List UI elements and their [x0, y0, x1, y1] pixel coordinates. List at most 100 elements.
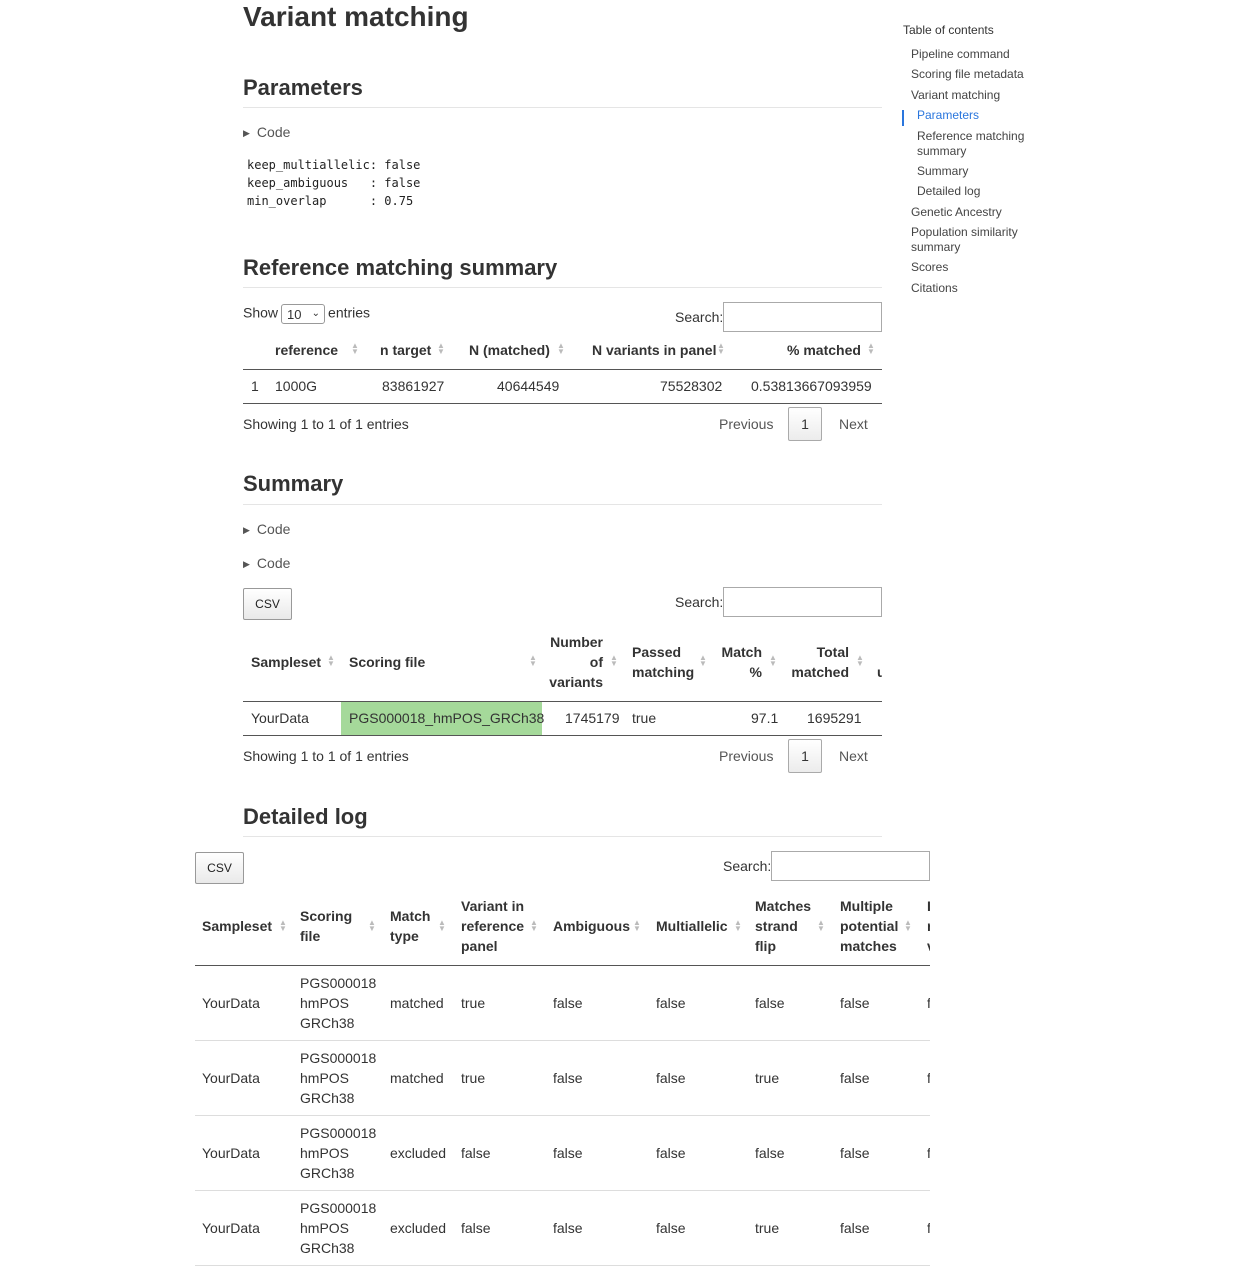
summary-code-toggle-1[interactable]: ▶ Code: [243, 521, 290, 537]
col-header-n-target[interactable]: n target: [380, 340, 431, 360]
table-info: Showing 1 to 1 of 1 entries: [243, 748, 409, 764]
cell-variant-in-ref: true: [461, 995, 486, 1011]
csv-button[interactable]: CSV: [195, 852, 244, 884]
cell-strand-flip: false: [755, 995, 785, 1011]
table-footer-rule: [243, 735, 882, 736]
col-header-sampleset[interactable]: Sampleset: [202, 916, 272, 936]
col-header-truncated: Irv: [927, 896, 930, 956]
csv-button[interactable]: CSV: [243, 588, 292, 620]
sort-icon[interactable]: ▲ ▼: [368, 919, 376, 933]
col-header-variant-in-ref[interactable]: Variant in reference panel: [461, 896, 524, 956]
col-header-multiallelic[interactable]: Multiallelic: [656, 916, 728, 936]
col-header-scoring-file[interactable]: Scoring file: [300, 906, 352, 946]
search-input[interactable]: [771, 851, 930, 881]
col-header-match-pct[interactable]: Match%: [720, 642, 762, 682]
header-line: Scoring: [300, 908, 353, 924]
cell-multiallelic: false: [656, 995, 686, 1011]
col-header-pct-matched[interactable]: % matched: [787, 340, 861, 360]
sort-icon[interactable]: ▲ ▼: [769, 654, 777, 668]
col-header-n-matched[interactable]: N (matched): [469, 340, 550, 360]
toc-item-parameters[interactable]: Parameters: [917, 108, 979, 123]
sort-icon[interactable]: ▲ ▼: [856, 654, 864, 668]
col-header-total-matched[interactable]: Total matched: [790, 642, 849, 682]
col-header-multiple-matches[interactable]: Multiple potential matches: [840, 896, 898, 956]
toc-item-genetic-ancestry[interactable]: Genetic Ancestry: [911, 205, 1002, 220]
sort-icon[interactable]: ▲ ▼: [530, 919, 538, 933]
sort-icon[interactable]: ▲ ▼: [351, 342, 359, 356]
param-line: keep_ambiguous : false: [247, 176, 421, 190]
next-button[interactable]: Next: [839, 748, 868, 764]
sort-icon[interactable]: ▲ ▼: [633, 919, 641, 933]
sort-icon[interactable]: ▲ ▼: [904, 919, 912, 933]
entries-select[interactable]: 10 ⌄: [281, 304, 326, 324]
sort-icon[interactable]: ▲ ▼: [817, 919, 825, 933]
cell-line: GRCh38: [300, 1240, 355, 1256]
col-header-n-variants[interactable]: Number of variants: [548, 632, 603, 692]
cell-line: hmPOS: [300, 1220, 350, 1236]
toc-item-citations[interactable]: Citations: [911, 281, 958, 296]
cell-ambiguous: false: [553, 1145, 583, 1161]
header-line: Passed: [632, 644, 682, 660]
table-row: YourData PGS000018 hmPOS GRCh38 excluded f…: [0, 1116, 1244, 1191]
col-header-n-variants-panel[interactable]: N variants in panel: [592, 340, 716, 360]
toc-item-summary[interactable]: Summary: [917, 164, 968, 179]
cell-line: PGS000018: [300, 1125, 377, 1141]
cell-scoring-file: PGS000018_hmPOS_GRCh38: [349, 710, 545, 726]
cell-passed: true: [632, 710, 657, 726]
col-header-scoring-file[interactable]: Scoring file: [349, 652, 425, 672]
cell-strand-flip: true: [755, 1070, 780, 1086]
cell-variant-in-ref: true: [461, 1070, 486, 1086]
search-input[interactable]: [723, 302, 882, 332]
col-header-passed-matching[interactable]: Passed matching: [632, 642, 694, 682]
col-header-sampleset[interactable]: Sampleset: [251, 652, 321, 672]
sort-icon[interactable]: ▲ ▼: [437, 342, 445, 356]
toc-item-pipeline-command[interactable]: Pipeline command: [911, 47, 1010, 62]
cell-line: GRCh38: [300, 1090, 355, 1106]
parameters-code-toggle[interactable]: ▶ Code: [243, 124, 290, 140]
sort-icon[interactable]: ▲ ▼: [529, 654, 537, 668]
col-header-reference[interactable]: reference: [275, 340, 338, 360]
col-header-strand-flip[interactable]: Matches strand flip: [755, 896, 811, 956]
parameters-rule: [243, 107, 882, 108]
table-row: YourData PGS000018 hmPOS GRCh38 excluded f…: [0, 1191, 1244, 1266]
col-header-match-type[interactable]: Match type: [390, 906, 430, 946]
sort-icon[interactable]: ▲ ▼: [867, 342, 875, 356]
cell-multiallelic: false: [656, 1145, 686, 1161]
sort-icon[interactable]: ▲ ▼: [279, 919, 287, 933]
sort-icon[interactable]: ▲ ▼: [717, 342, 725, 356]
sort-icon[interactable]: ▲ ▼: [438, 919, 446, 933]
cell-scoring-file: PGS000018 hmPOS GRCh38: [300, 973, 376, 1033]
detailed-log-rule: [243, 836, 882, 837]
sort-icon[interactable]: ▲ ▼: [734, 919, 742, 933]
toc-item-scoring-file-metadata[interactable]: Scoring file metadata: [911, 67, 1024, 82]
search-input[interactable]: [723, 587, 882, 617]
summary-code-toggle-2[interactable]: ▶ Code: [243, 555, 290, 571]
cell-multiple: false: [840, 1145, 870, 1161]
header-line: variants: [549, 674, 603, 690]
toc-item-reference-matching-summary[interactable]: Reference matching summary: [917, 129, 1024, 159]
page-1-button[interactable]: 1: [788, 407, 822, 441]
cell-multiallelic: false: [656, 1220, 686, 1236]
col-header-ambiguous[interactable]: Ambiguous: [553, 916, 630, 936]
cell-reference: 1000G: [275, 378, 318, 394]
next-button[interactable]: Next: [839, 416, 868, 432]
cell-ambiguous: false: [553, 1220, 583, 1236]
sort-icon[interactable]: ▲ ▼: [610, 654, 618, 668]
sort-icon[interactable]: ▲ ▼: [327, 654, 335, 668]
toc-item-scores[interactable]: Scores: [911, 260, 948, 275]
sort-icon[interactable]: ▲ ▼: [699, 654, 707, 668]
sort-icon[interactable]: ▲ ▼: [557, 342, 565, 356]
toc-item-detailed-log[interactable]: Detailed log: [917, 184, 980, 199]
toc-item-variant-matching[interactable]: Variant matching: [911, 88, 1000, 103]
cell-multiple: false: [840, 1220, 870, 1236]
cell-variant-in-ref: false: [461, 1145, 491, 1161]
ref-summary-rule: [243, 287, 882, 288]
page-1-button[interactable]: 1: [788, 739, 822, 773]
toc-item-population-similarity-summary[interactable]: Population similarity summary: [911, 225, 1018, 255]
previous-button[interactable]: Previous: [719, 748, 773, 764]
parameters-heading: Parameters: [243, 75, 363, 100]
previous-button[interactable]: Previous: [719, 416, 773, 432]
table-row: YourData PGS000018 hmPOS GRCh38 matched tr…: [0, 1041, 1244, 1116]
cell-truncated: f: [927, 995, 930, 1011]
chevron-down-icon: ⌄: [311, 308, 321, 319]
